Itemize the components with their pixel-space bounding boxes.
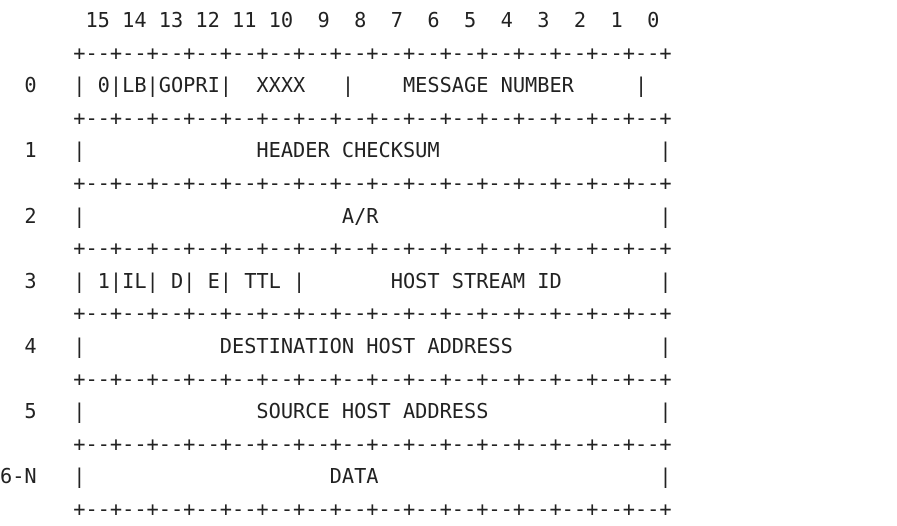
word-4-row: 4 | DESTINATION HOST ADDRESS | bbox=[0, 333, 672, 358]
row-separator: +--+--+--+--+--+--+--+--+--+--+--+--+--+… bbox=[0, 40, 672, 65]
word-0-row: 0 | 0|LB|GOPRI| XXXX | MESSAGE NUMBER | bbox=[0, 73, 648, 98]
word-3-row: 3 | 1|IL| D| E| TTL | HOST STREAM ID | bbox=[0, 268, 672, 293]
word-2-row: 2 | A/R | bbox=[0, 203, 672, 228]
word-6-n-row: 6-N | DATA | bbox=[0, 464, 672, 489]
row-separator: +--+--+--+--+--+--+--+--+--+--+--+--+--+… bbox=[0, 366, 672, 391]
row-separator: +--+--+--+--+--+--+--+--+--+--+--+--+--+… bbox=[0, 170, 672, 195]
row-separator: +--+--+--+--+--+--+--+--+--+--+--+--+--+… bbox=[0, 105, 672, 130]
row-separator: +--+--+--+--+--+--+--+--+--+--+--+--+--+… bbox=[0, 236, 672, 261]
row-separator: +--+--+--+--+--+--+--+--+--+--+--+--+--+… bbox=[0, 301, 672, 326]
word-1-row: 1 | HEADER CHECKSUM | bbox=[0, 138, 672, 163]
bit-number-row: 15 14 13 12 11 10 9 8 7 6 5 4 3 2 1 0 bbox=[0, 8, 660, 32]
word-5-row: 5 | SOURCE HOST ADDRESS | bbox=[0, 399, 672, 424]
row-separator: +--+--+--+--+--+--+--+--+--+--+--+--+--+… bbox=[0, 431, 672, 456]
row-separator: +--+--+--+--+--+--+--+--+--+--+--+--+--+… bbox=[0, 496, 672, 521]
packet-header-diagram: 15 14 13 12 11 10 9 8 7 6 5 4 3 2 1 0 +-… bbox=[0, 4, 672, 526]
